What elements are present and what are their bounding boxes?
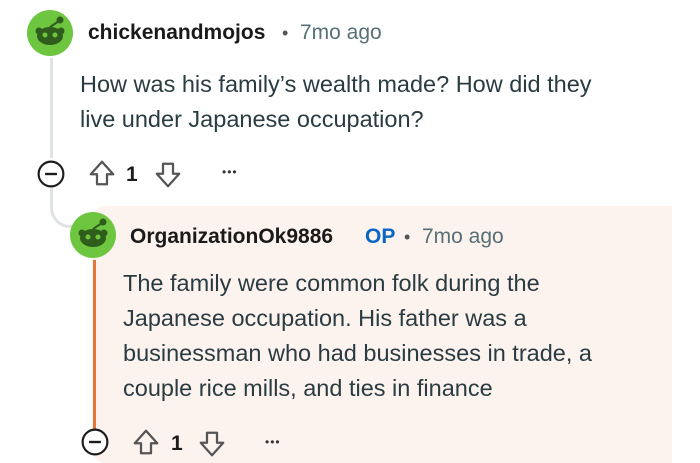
comment-body-line: businessman who had businesses in trade,… — [123, 340, 592, 366]
comment-timestamp[interactable]: 7mo ago — [422, 225, 504, 249]
comment-body-line: live under Japanese occupation? — [80, 106, 424, 132]
downvote-arrow-icon[interactable] — [197, 429, 227, 459]
comment-body: The family were common folk during the J… — [123, 266, 668, 406]
snoo-avatar-icon[interactable] — [27, 10, 73, 56]
meta-separator: • — [282, 23, 289, 43]
comment-body-line: couple rice mills, and ties in finance — [123, 375, 493, 401]
comment-body-line: How was his family’s wealth made? How di… — [80, 71, 592, 97]
vote-score: 1 — [171, 432, 183, 455]
meta-separator: • — [404, 227, 411, 247]
comment-body-line: The family were common folk during the — [123, 270, 540, 296]
snoo-avatar-icon[interactable] — [70, 212, 116, 258]
collapse-minus-icon[interactable] — [81, 428, 109, 456]
upvote-arrow-icon[interactable] — [131, 427, 161, 457]
collapse-minus-icon[interactable] — [37, 160, 65, 188]
comment-username[interactable]: OrganizationOk9886 — [130, 225, 333, 249]
downvote-arrow-icon[interactable] — [153, 160, 183, 190]
op-badge: OP — [365, 225, 396, 248]
vote-score: 1 — [126, 163, 138, 186]
comment-body-line: Japanese occupation. His father was a — [123, 305, 527, 331]
comment-body: How was his family’s wealth made? How di… — [80, 67, 680, 137]
thread-line-parent — [50, 58, 53, 158]
more-options-icon[interactable]: ••• — [265, 435, 281, 449]
comment-username[interactable]: chickenandmojos — [88, 21, 265, 45]
more-options-icon[interactable]: ••• — [222, 165, 238, 179]
thread-line-reply — [93, 260, 96, 430]
comment-timestamp[interactable]: 7mo ago — [300, 21, 382, 45]
upvote-arrow-icon[interactable] — [87, 158, 117, 188]
